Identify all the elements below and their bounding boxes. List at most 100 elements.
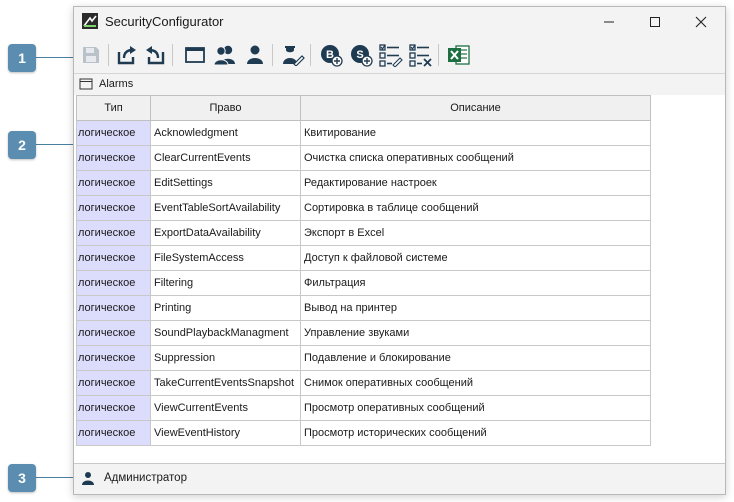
cell-right[interactable]: Printing	[150, 295, 301, 321]
cell-description[interactable]: Фильтрация	[300, 270, 651, 296]
table-row[interactable]: логическое SoundPlaybackManagment Управлен…	[76, 320, 651, 346]
column-header-description[interactable]: Описание	[300, 95, 651, 121]
export-button[interactable]	[114, 42, 140, 68]
toolbar: B S	[74, 37, 725, 74]
cell-right[interactable]: Suppression	[150, 345, 301, 371]
add-b-icon: B	[321, 45, 343, 67]
cell-type[interactable]: логическое	[76, 295, 151, 321]
table-row[interactable]: логическое ExportDataAvailability Экспорт …	[76, 220, 651, 246]
toolbar-separator	[272, 44, 273, 66]
table-body: логическое Acknowledgment Квитирование логи…	[76, 120, 651, 446]
cell-type[interactable]: логическое	[76, 395, 151, 421]
cell-description[interactable]: Управление звуками	[300, 320, 651, 346]
cell-type[interactable]: логическое	[76, 320, 151, 346]
maximize-button[interactable]	[632, 7, 678, 37]
table-row[interactable]: логическое Suppression Подавление и блокир…	[76, 345, 651, 371]
cell-description[interactable]: Подавление и блокирование	[300, 345, 651, 371]
user-icon	[247, 45, 263, 64]
cell-right[interactable]: ExportDataAvailability	[150, 220, 301, 246]
cell-type[interactable]: логическое	[76, 420, 151, 446]
table-row[interactable]: логическое TakeCurrentEventsSnapshot Снимо…	[76, 370, 651, 396]
cell-right[interactable]: FileSystemAccess	[150, 245, 301, 271]
window-title: SecurityConfigurator	[105, 14, 224, 29]
cell-description[interactable]: Доступ к файловой системе	[300, 245, 651, 271]
column-header-right[interactable]: Право	[150, 95, 301, 121]
table-header-row: Тип Право Описание	[76, 95, 651, 121]
cell-right[interactable]: Filtering	[150, 270, 301, 296]
cell-description[interactable]: Квитирование	[300, 120, 651, 146]
save-icon	[83, 47, 99, 63]
toolbar-separator	[438, 44, 439, 66]
cell-description[interactable]: Просмотр исторических сообщений	[300, 420, 651, 446]
cell-type[interactable]: логическое	[76, 170, 151, 196]
cell-type[interactable]: логическое	[76, 120, 151, 146]
import-icon	[146, 46, 165, 65]
rights-table-area: Тип Право Описание логическое Acknowledgm…	[74, 95, 725, 464]
cell-type[interactable]: логическое	[76, 195, 151, 221]
export-icon	[117, 46, 136, 65]
window-button[interactable]	[182, 42, 208, 68]
checklist-remove-icon	[409, 44, 432, 67]
callout-1: 1	[8, 44, 36, 72]
save-button[interactable]	[78, 42, 104, 68]
excel-export-button[interactable]	[446, 42, 472, 68]
app-window: SecurityConfigurator B S Alarms Тип Прав…	[73, 6, 726, 495]
checklist-edit-button[interactable]	[378, 42, 404, 68]
cell-type[interactable]: логическое	[76, 245, 151, 271]
cell-right[interactable]: SoundPlaybackManagment	[150, 320, 301, 346]
panel-title: Alarms	[99, 78, 134, 90]
cell-description[interactable]: Вывод на принтер	[300, 295, 651, 321]
cell-type[interactable]: логическое	[76, 145, 151, 171]
checklist-edit-icon	[379, 44, 403, 67]
cell-right[interactable]: ViewEventHistory	[150, 420, 301, 446]
cell-description[interactable]: Очистка списка оперативных сообщений	[300, 145, 651, 171]
close-icon	[695, 16, 707, 28]
cell-right[interactable]: EventTableSortAvailability	[150, 195, 301, 221]
cell-right[interactable]: TakeCurrentEventsSnapshot	[150, 370, 301, 396]
callout-2: 2	[8, 131, 36, 159]
table-row[interactable]: логическое Filtering Фильтрация	[76, 270, 651, 296]
close-button[interactable]	[678, 7, 724, 37]
cell-type[interactable]: логическое	[76, 370, 151, 396]
cell-right[interactable]: Acknowledgment	[150, 120, 301, 146]
table-row[interactable]: логическое ViewCurrentEvents Просмотр опер…	[76, 395, 651, 421]
table-row[interactable]: логическое ClearCurrentEvents Очистка спис…	[76, 145, 651, 171]
callout-line-2	[36, 144, 76, 145]
cell-type[interactable]: логическое	[76, 270, 151, 296]
toolbar-separator	[108, 44, 109, 66]
table-row[interactable]: логическое ViewEventHistory Просмотр истор…	[76, 420, 651, 446]
users-group-button[interactable]	[212, 42, 238, 68]
cell-type[interactable]: логическое	[76, 220, 151, 246]
users-group-icon	[213, 45, 235, 66]
excel-icon	[448, 45, 470, 65]
column-header-type[interactable]: Тип	[76, 95, 151, 121]
title-bar: SecurityConfigurator	[74, 7, 725, 37]
cell-description[interactable]: Просмотр оперативных сообщений	[300, 395, 651, 421]
table-row[interactable]: логическое Acknowledgment Квитирование	[76, 120, 651, 146]
table-row[interactable]: логическое EventTableSortAvailability Сорт…	[76, 195, 651, 221]
table-row[interactable]: логическое Printing Вывод на принтер	[76, 295, 651, 321]
cell-right[interactable]: ViewCurrentEvents	[150, 395, 301, 421]
current-user-name: Администратор	[104, 472, 187, 484]
cell-type[interactable]: логическое	[76, 345, 151, 371]
user-edit-button[interactable]	[280, 42, 306, 68]
cell-right[interactable]: EditSettings	[150, 170, 301, 196]
add-b-button[interactable]: B	[318, 42, 344, 68]
cell-description[interactable]: Снимок оперативных сообщений	[300, 370, 651, 396]
cell-right[interactable]: ClearCurrentEvents	[150, 145, 301, 171]
minimize-icon	[604, 21, 614, 23]
rights-table: Тип Право Описание логическое Acknowledgm…	[76, 95, 651, 446]
minimize-button[interactable]	[586, 7, 632, 37]
toolbar-separator	[172, 44, 173, 66]
cell-description[interactable]: Экспорт в Excel	[300, 220, 651, 246]
checklist-remove-button[interactable]	[408, 42, 434, 68]
cell-description[interactable]: Сортировка в таблице сообщений	[300, 195, 651, 221]
cell-description[interactable]: Редактирование настроек	[300, 170, 651, 196]
import-button[interactable]	[142, 42, 168, 68]
maximize-icon	[650, 17, 660, 27]
toolbar-separator	[310, 44, 311, 66]
add-s-button[interactable]: S	[348, 42, 374, 68]
table-row[interactable]: логическое EditSettings Редактирование нас…	[76, 170, 651, 196]
table-row[interactable]: логическое FileSystemAccess Доступ к файло…	[76, 245, 651, 271]
user-button[interactable]	[242, 42, 268, 68]
